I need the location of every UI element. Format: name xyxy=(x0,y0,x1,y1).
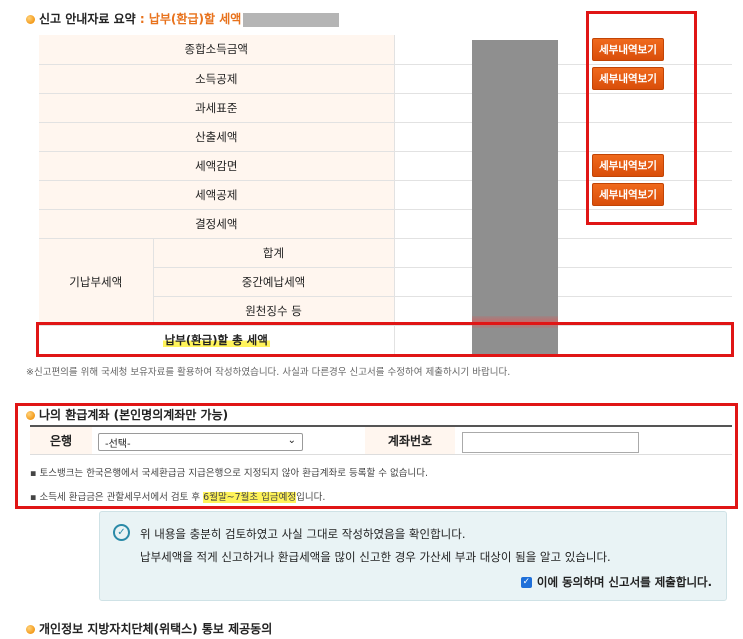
bank-select[interactable]: -선택- ⌄ xyxy=(98,433,303,451)
summary-row: 종합소득금액원세부내역보기 xyxy=(39,35,732,65)
agree-checkbox[interactable]: ✓ xyxy=(520,576,532,588)
prepaid-row-label: 중간예납세액 xyxy=(153,267,394,297)
summary-row-action: 세부내역보기 xyxy=(568,151,732,181)
summary-row: 산출세액원 xyxy=(39,122,732,152)
consent-line-2: 납부세액을 적게 신고하거나 환급세액을 많이 신고한 경우 가산세 부과 대상… xyxy=(140,550,611,564)
account-number-input[interactable] xyxy=(462,432,639,453)
bullet-dot-icon xyxy=(26,625,35,634)
summary-row-action: 세부내역보기 xyxy=(568,35,732,65)
consent-line-1: 위 내용을 충분히 검토하였고 사실 그대로 작성하였음을 확인합니다. xyxy=(140,527,466,541)
summary-row-action xyxy=(568,93,732,123)
consent-box: ✓ 위 내용을 충분히 검토하였고 사실 그대로 작성하였음을 확인합니다. 납… xyxy=(99,511,727,601)
prepaid-row: 기납부세액합계원 xyxy=(39,238,732,326)
summary-title-highlight: : 납부(환급)할 세액 xyxy=(135,12,242,26)
summary-row: 세액감면원세부내역보기 xyxy=(39,151,732,181)
chevron-down-icon: ⌄ xyxy=(287,435,296,446)
summary-section-title: 신고 안내자료 요약 : 납부(환급)할 세액 xyxy=(26,10,340,27)
summary-row-label: 세액공제 xyxy=(39,180,394,210)
detail-view-button[interactable]: 세부내역보기 xyxy=(592,154,664,177)
bank-label: 은행 xyxy=(30,427,92,454)
redacted-values-overlap xyxy=(472,316,558,328)
summary-row: 과세표준원 xyxy=(39,93,732,123)
summary-row-label: 과세표준 xyxy=(39,93,394,123)
summary-row-label: 종합소득금액 xyxy=(39,35,394,65)
bank-notice-bullet: ▪ 토스뱅크는 한국은행에서 국세환급금 지급은행으로 지정되지 않아 환급계좌… xyxy=(30,468,429,479)
tax-summary-table: 종합소득금액원세부내역보기소득공제원세부내역보기과세표준원산출세액원세액감면원세… xyxy=(39,35,732,356)
prepaid-row-label: 원천징수 등 xyxy=(153,296,394,326)
refund-account-title: 나의 환급계좌 (본인명의계좌만 가능) xyxy=(26,406,228,423)
prepaid-group-label: 기납부세액 xyxy=(39,238,154,326)
summary-row: 세액공제원세부내역보기 xyxy=(39,180,732,210)
summary-row-label: 결정세액 xyxy=(39,209,394,239)
summary-row: 소득공제원세부내역보기 xyxy=(39,64,732,94)
summary-row-label: 산출세액 xyxy=(39,122,394,152)
agree-checkbox-label[interactable]: ✓ 이에 동의하며 신고서를 제출합니다. xyxy=(520,574,712,590)
summary-row-label: 세액감면 xyxy=(39,151,394,181)
redacted-name xyxy=(243,12,340,27)
detail-view-button[interactable]: 세부내역보기 xyxy=(592,37,664,61)
bullet-dot-icon xyxy=(26,411,35,420)
summary-note: ※신고편의를 위해 국세청 보유자료를 활용하여 작성하였습니다. 사실과 다른… xyxy=(26,367,511,378)
summary-row-label: 소득공제 xyxy=(39,64,394,94)
summary-row-action xyxy=(568,209,732,239)
refund-timing-highlight: 6월말~7월초 입금예정 xyxy=(203,492,297,503)
bank-select-value: -선택- xyxy=(105,438,131,450)
privacy-consent-title: 개인정보 지방자치단체(위택스) 통보 제공동의 xyxy=(26,620,272,637)
total-row: 납부(환급)할 총 세액원 xyxy=(39,325,732,356)
bank-account-row: 은행 -선택- ⌄ 계좌번호 xyxy=(30,425,732,455)
detail-view-button[interactable]: 세부내역보기 xyxy=(592,183,664,206)
bullet-dot-icon xyxy=(26,15,35,24)
total-row-label: 납부(환급)할 총 세액 xyxy=(39,325,394,356)
prepaid-row-label: 합계 xyxy=(153,238,394,268)
account-number-label: 계좌번호 xyxy=(365,427,455,454)
refund-timing-bullet: ▪ 소득세 환급금은 관할세무서에서 검토 후 6월말~7월초 입금예정입니다. xyxy=(30,492,326,503)
summary-row: 결정세액원 xyxy=(39,209,732,239)
summary-row-action xyxy=(568,122,732,152)
check-circle-icon: ✓ xyxy=(113,524,130,541)
summary-row-action: 세부내역보기 xyxy=(568,64,732,94)
detail-view-button[interactable]: 세부내역보기 xyxy=(592,67,664,90)
summary-row-action: 세부내역보기 xyxy=(568,180,732,210)
redacted-values xyxy=(472,40,558,357)
